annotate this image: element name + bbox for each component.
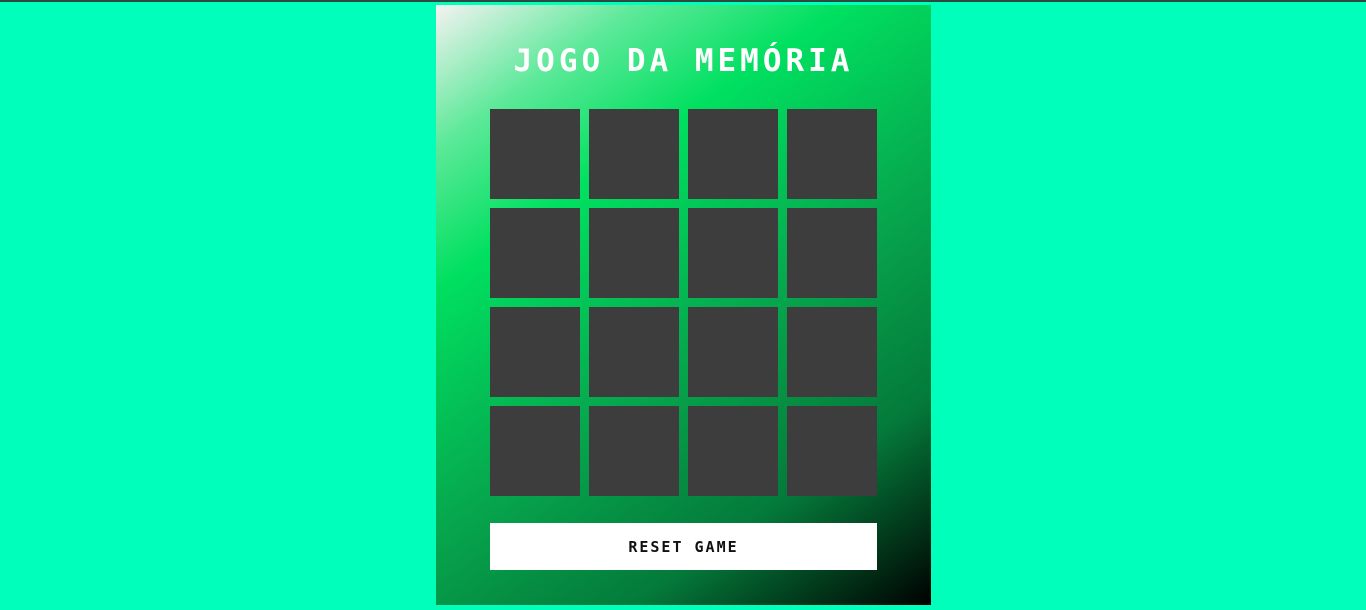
- memory-card[interactable]: [787, 406, 877, 496]
- memory-card[interactable]: [490, 208, 580, 298]
- memory-card[interactable]: [688, 208, 778, 298]
- memory-card[interactable]: [787, 109, 877, 199]
- memory-card[interactable]: [589, 307, 679, 397]
- memory-card[interactable]: [688, 406, 778, 496]
- memory-card[interactable]: [688, 109, 778, 199]
- game-container: JOGO DA MEMÓRIA RESET GAME: [436, 5, 931, 605]
- card-grid: [490, 109, 877, 496]
- memory-card[interactable]: [589, 406, 679, 496]
- memory-card[interactable]: [490, 109, 580, 199]
- memory-card[interactable]: [787, 208, 877, 298]
- memory-card[interactable]: [490, 307, 580, 397]
- memory-card[interactable]: [589, 109, 679, 199]
- memory-card[interactable]: [787, 307, 877, 397]
- game-title: JOGO DA MEMÓRIA: [513, 43, 854, 79]
- memory-card[interactable]: [688, 307, 778, 397]
- reset-game-button[interactable]: RESET GAME: [490, 523, 877, 570]
- top-border: [0, 0, 1366, 2]
- memory-card[interactable]: [589, 208, 679, 298]
- memory-card[interactable]: [490, 406, 580, 496]
